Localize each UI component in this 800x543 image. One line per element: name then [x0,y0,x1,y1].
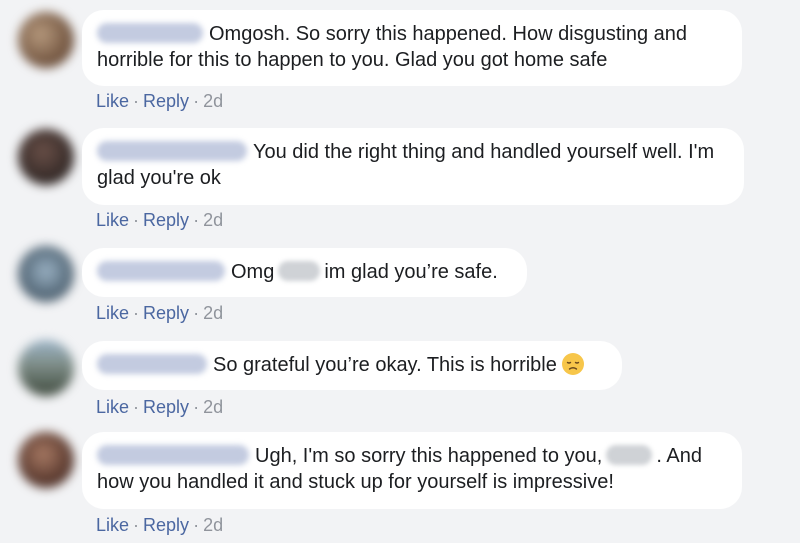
like-link[interactable]: Like [96,91,129,111]
redacted-author-name[interactable] [97,23,203,43]
avatar[interactable] [18,432,74,488]
comment-text: Ugh, I'm so sorry this happened to you, [255,445,603,467]
reply-link[interactable]: Reply [143,210,189,230]
comment-actions: Like · Reply · 2d [96,302,223,324]
reply-link[interactable]: Reply [143,303,189,323]
reply-link[interactable]: Reply [143,515,189,535]
separator-dot: · [193,210,200,230]
comment-actions: Like · Reply · 2d [96,209,223,231]
separator-dot: · [133,210,140,230]
comment-bubble: You did the right thing and handled your… [82,128,744,205]
separator-dot: · [133,397,140,417]
avatar[interactable] [18,246,74,302]
separator-dot: · [193,397,200,417]
redacted-author-name[interactable] [97,141,247,161]
separator-dot: · [133,515,140,535]
like-link[interactable]: Like [96,397,129,417]
disappointed-face-emoji-icon [561,353,584,375]
redacted-author-name[interactable] [97,445,249,465]
redacted-mention[interactable] [278,261,321,281]
avatar[interactable] [18,129,74,185]
comment-timestamp[interactable]: 2d [203,91,223,111]
separator-dot: · [133,303,140,323]
redacted-author-name[interactable] [97,261,225,281]
comment-bubble: So grateful you’re okay. This is horribl… [82,341,622,390]
like-link[interactable]: Like [96,515,129,535]
comment-text: im glad you’re safe. [324,261,498,283]
comment-bubble: Omgosh. So sorry this happened. How disg… [82,10,742,86]
separator-dot: · [193,515,200,535]
comment-actions: Like · Reply · 2d [96,514,223,536]
separator-dot: · [133,91,140,111]
comment-timestamp[interactable]: 2d [203,210,223,230]
comment-actions: Like · Reply · 2d [96,396,223,418]
like-link[interactable]: Like [96,210,129,230]
reply-link[interactable]: Reply [143,91,189,111]
like-link[interactable]: Like [96,303,129,323]
comment-text: So grateful you’re okay. This is horribl… [213,354,557,376]
reply-link[interactable]: Reply [143,397,189,417]
comment-bubble: Ugh, I'm so sorry this happened to you,.… [82,432,742,509]
comment-timestamp[interactable]: 2d [203,303,223,323]
comment-actions: Like · Reply · 2d [96,90,223,112]
redacted-mention[interactable] [606,445,653,465]
comment-timestamp[interactable]: 2d [203,397,223,417]
redacted-author-name[interactable] [97,354,207,374]
comment-bubble: Omg im glad you’re safe. [82,248,527,297]
avatar[interactable] [18,12,74,68]
comment-timestamp[interactable]: 2d [203,515,223,535]
avatar[interactable] [18,340,74,396]
separator-dot: · [193,91,200,111]
separator-dot: · [193,303,200,323]
comment-text: Omg [231,261,275,283]
